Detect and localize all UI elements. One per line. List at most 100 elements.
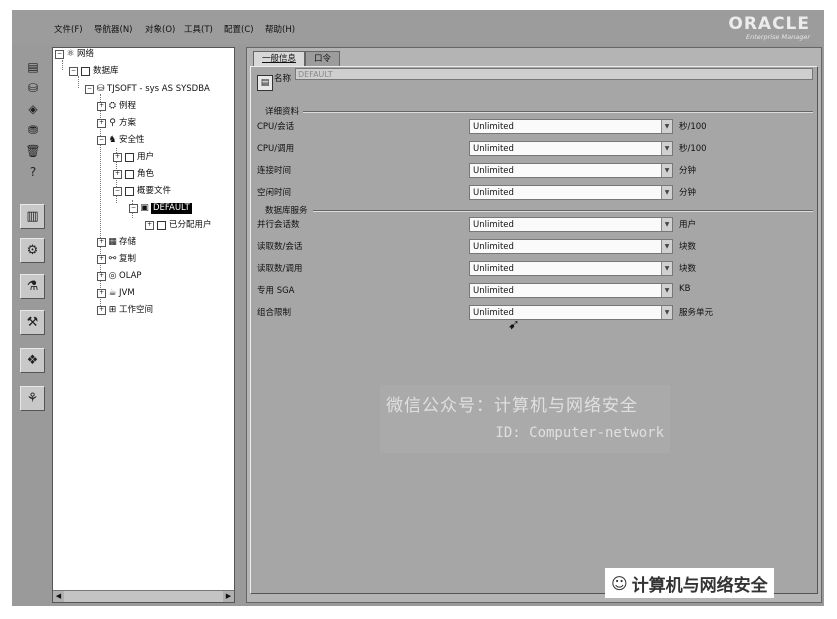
private-sga-combo[interactable]: Unlimited ▼ <box>469 283 673 298</box>
collapse-icon[interactable]: − <box>85 85 94 94</box>
name-field[interactable]: DEFAULT <box>295 68 813 80</box>
expand-icon[interactable]: + <box>97 289 106 298</box>
tree-node-profiles[interactable]: − 概要文件 <box>113 186 171 197</box>
connect-time-combo[interactable]: Unlimited ▼ <box>469 163 673 178</box>
idle-time-combo[interactable]: Unlimited ▼ <box>469 185 673 200</box>
tree-label: TJSOFT - sys AS SYSDBA <box>107 84 210 94</box>
scroll-right-icon[interactable]: ▶ <box>223 591 234 602</box>
dropdown-arrow-icon[interactable]: ▼ <box>661 240 672 253</box>
folder-icon <box>125 153 134 162</box>
tree-horizontal-scrollbar[interactable]: ◀ ▶ <box>53 590 234 602</box>
dropdown-arrow-icon[interactable]: ▼ <box>661 142 672 155</box>
tree-label: 安全性 <box>119 135 145 145</box>
oracle-em-window: 文件(F) 导航器(N) 对象(O) 工具(T) 配置(C) 帮助(H) ORA… <box>12 10 824 606</box>
tree-node-roles[interactable]: + 角色 <box>113 169 154 180</box>
collapse-icon[interactable]: − <box>129 204 138 213</box>
menu-configure[interactable]: 配置(C) <box>224 23 254 35</box>
storage-icon[interactable]: ▥ <box>20 204 45 229</box>
dropdown-arrow-icon[interactable]: ▼ <box>661 218 672 231</box>
expand-icon[interactable]: + <box>113 170 122 179</box>
dropdown-arrow-icon[interactable]: ▼ <box>661 284 672 297</box>
collapse-icon[interactable]: − <box>113 187 122 196</box>
tree-label: JVM <box>119 288 135 298</box>
dropdown-arrow-icon[interactable]: ▼ <box>661 306 672 319</box>
unit-label: 秒/100 <box>679 144 707 154</box>
expand-icon[interactable]: + <box>145 221 154 230</box>
menu-help[interactable]: 帮助(H) <box>265 23 295 35</box>
tree-label: 用户 <box>137 152 155 162</box>
wechat-icon: ☺ <box>611 573 628 593</box>
property-sheet: 一般信息 口令 ▤ 名称 DEFAULT 详细资料 CPU/会话 Unlimit… <box>246 47 822 603</box>
tree-node-workspace[interactable]: + ⊞ 工作空间 <box>97 305 153 316</box>
schema-icon[interactable]: ❖ <box>20 348 45 373</box>
menu-tools[interactable]: 工具(T) <box>184 23 213 35</box>
cabinet-icon[interactable]: ▤ <box>24 58 42 76</box>
tree-node-schema[interactable]: + ⚲ 方案 <box>97 118 136 129</box>
reads-call-combo[interactable]: Unlimited ▼ <box>469 261 673 276</box>
tree-node-olap[interactable]: + ◎ OLAP <box>97 271 142 282</box>
cube-icon[interactable]: ◈ <box>24 100 42 118</box>
trash-icon[interactable]: 🗑 <box>24 142 42 160</box>
combo-value: Unlimited <box>473 264 514 274</box>
tree-label: 数据库 <box>93 66 119 76</box>
tree-node-default-profile[interactable]: − ▣ DEFAULT <box>129 203 192 214</box>
cpu-session-combo[interactable]: Unlimited ▼ <box>469 119 673 134</box>
menu-file[interactable]: 文件(F) <box>54 23 83 35</box>
combo-value: Unlimited <box>473 286 514 296</box>
expand-icon[interactable]: + <box>97 272 106 281</box>
tree-label: 角色 <box>137 169 155 179</box>
tree-node-storage[interactable]: + ▦ 存储 <box>97 237 136 248</box>
row-label-reads-call: 读取数/调用 <box>257 264 303 274</box>
tree-node-assigned-users[interactable]: + 已分配用户 <box>145 220 212 231</box>
collapse-icon[interactable]: − <box>69 67 78 76</box>
section-divider <box>303 111 813 113</box>
tree-node-routines[interactable]: + ⛭ 例程 <box>97 101 136 112</box>
dropdown-arrow-icon[interactable]: ▼ <box>661 164 672 177</box>
menu-object[interactable]: 对象(O) <box>145 23 175 35</box>
security-icon[interactable]: ⚙ <box>20 238 45 263</box>
dropdown-arrow-icon[interactable]: ▼ <box>661 186 672 199</box>
tree-label: 存储 <box>119 237 137 247</box>
tools-icon[interactable]: ⚒ <box>20 310 45 335</box>
tree-node-replication[interactable]: + ⚯ 复制 <box>97 254 136 265</box>
watermark: 微信公众号：计算机与网络安全 ID: Computer-network <box>380 385 670 453</box>
dropdown-arrow-icon[interactable]: ▼ <box>661 120 672 133</box>
watermark-line-2: ID: Computer-network <box>495 425 664 441</box>
expand-icon[interactable]: + <box>113 153 122 162</box>
reads-session-combo[interactable]: Unlimited ▼ <box>469 239 673 254</box>
users-icon[interactable]: ⚘ <box>20 386 45 411</box>
row-label-cpu-call: CPU/调用 <box>257 144 295 154</box>
network-icon: ⚛ <box>66 49 75 59</box>
sessions-combo[interactable]: Unlimited ▼ <box>469 217 673 232</box>
folder-icon <box>157 221 166 230</box>
name-label: 名称 <box>274 74 292 84</box>
tab-password[interactable]: 口令 <box>305 51 341 67</box>
expand-icon[interactable]: + <box>97 119 106 128</box>
expand-icon[interactable]: + <box>97 306 106 315</box>
dropdown-arrow-icon[interactable]: ▼ <box>661 262 672 275</box>
expand-icon[interactable]: + <box>97 102 106 111</box>
tree-node-security[interactable]: − ♞ 安全性 <box>97 135 145 146</box>
expand-icon[interactable]: + <box>97 238 106 247</box>
expand-icon[interactable]: + <box>97 255 106 264</box>
folder-icon <box>81 67 90 76</box>
tree-node-users[interactable]: + 用户 <box>113 152 154 163</box>
tree-label: 例程 <box>119 101 137 111</box>
tree-node-network[interactable]: − ⚛ 网络 <box>55 49 94 60</box>
server-group-icon[interactable]: ⛃ <box>24 121 42 139</box>
tree-node-db-instance[interactable]: − ⛁ TJSOFT - sys AS SYSDBA <box>85 84 210 95</box>
collapse-icon[interactable]: − <box>97 136 106 145</box>
tree-node-databases[interactable]: − 数据库 <box>69 66 119 77</box>
help-icon[interactable]: ? <box>24 163 42 181</box>
scroll-left-icon[interactable]: ◀ <box>53 591 64 602</box>
tree-node-jvm[interactable]: + ☕ JVM <box>97 288 135 299</box>
logo-text: ORACLE <box>728 14 810 34</box>
menu-navigator[interactable]: 导航器(N) <box>94 23 133 35</box>
launcher-toolbar: ▤ ⛁ ◈ ⛃ 🗑 ? ▥ ⚙ ⚗ ⚒ ❖ ⚘ <box>16 48 48 602</box>
composite-limit-combo[interactable]: Unlimited ▼ <box>469 305 673 320</box>
database-icon[interactable]: ⛁ <box>24 79 42 97</box>
tab-general[interactable]: 一般信息 <box>253 51 306 67</box>
collapse-icon[interactable]: − <box>55 50 64 59</box>
instance-icon[interactable]: ⚗ <box>20 274 45 299</box>
cpu-call-combo[interactable]: Unlimited ▼ <box>469 141 673 156</box>
